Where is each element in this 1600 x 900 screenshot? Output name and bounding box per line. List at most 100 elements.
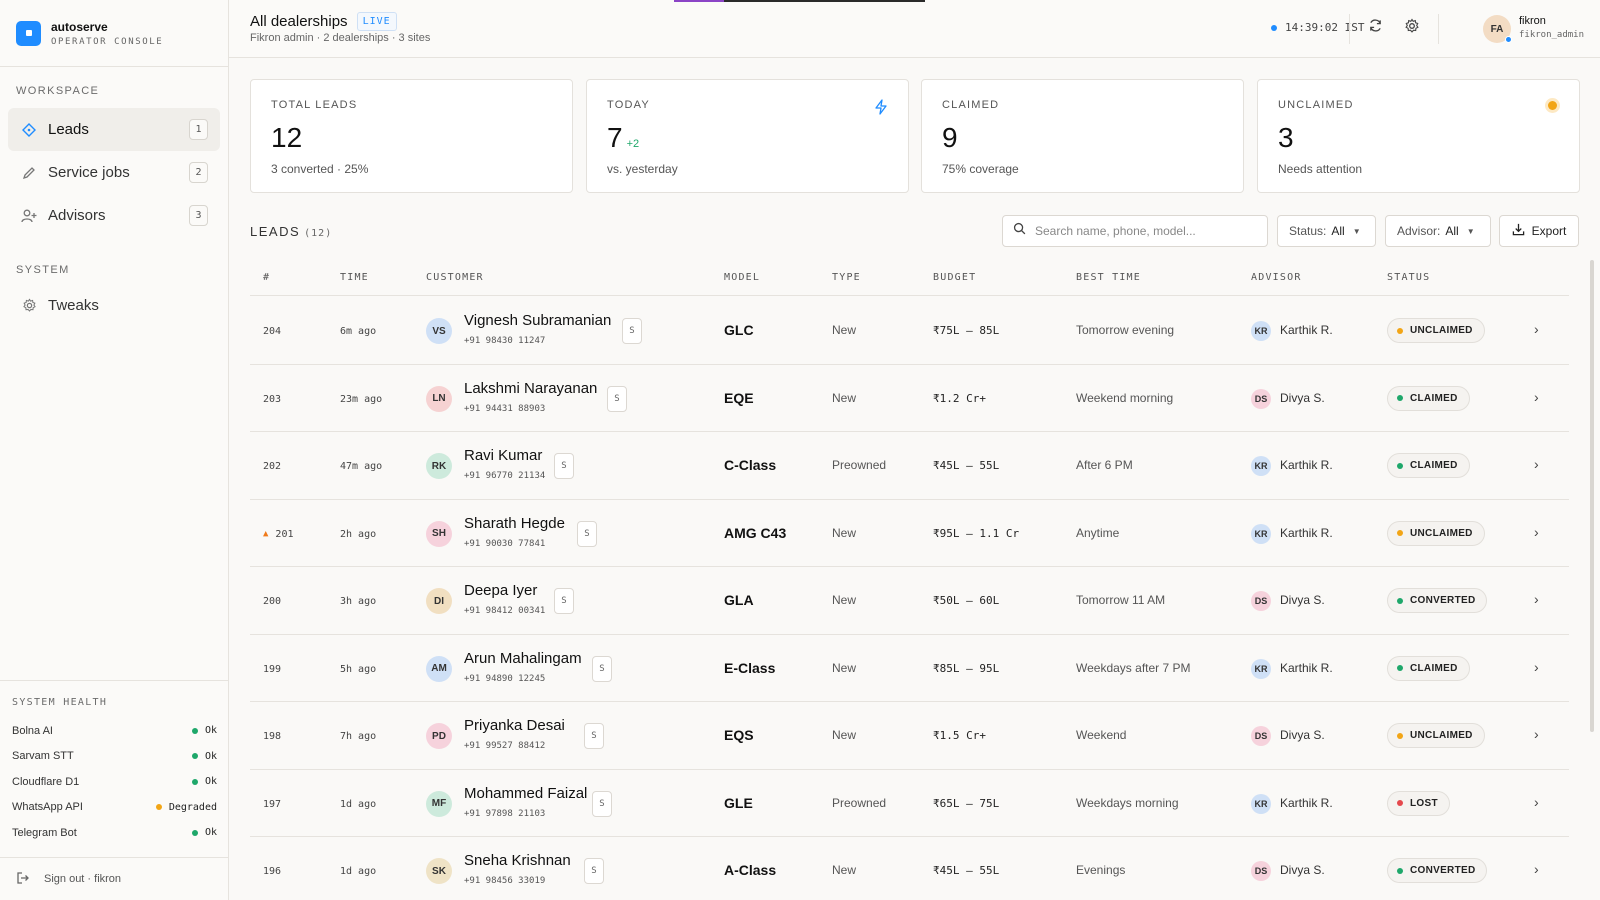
chevron-right-icon[interactable]: ›: [1534, 861, 1539, 877]
customer-name[interactable]: Lakshmi Narayanan: [464, 380, 597, 397]
sidebar-item-service-jobs[interactable]: Service jobs 2: [8, 151, 220, 194]
service-status: Ok: [204, 750, 217, 762]
column-header[interactable]: ADVISOR: [1251, 272, 1302, 283]
chevron-right-icon[interactable]: ›: [1534, 456, 1539, 472]
source-badge[interactable]: S: [592, 790, 612, 817]
status-dot: [155, 804, 162, 811]
source-badge[interactable]: S: [584, 858, 604, 884]
sidebar-item-tweaks[interactable]: Tweaks: [8, 284, 220, 327]
customer-phone: +91 94431 88903: [464, 403, 546, 414]
chevron-right-icon[interactable]: ›: [1534, 794, 1539, 810]
customer-name[interactable]: Priyanka Desai: [464, 717, 565, 734]
avatar-initials: VS: [432, 325, 446, 337]
stat-subtext: 75% coverage: [942, 162, 1019, 176]
best-time: Weekdays after 7 PM: [1076, 660, 1191, 675]
customer-name[interactable]: Sharath Hegde: [464, 515, 565, 532]
avatar-initials: DS: [1254, 866, 1268, 876]
page-title-text: All dealerships: [250, 13, 348, 30]
table-row[interactable]: 204 6m ago VS Vignesh Subramanian +91 98430 …: [250, 297, 1569, 365]
stat-card-claimed[interactable]: CLAIMED 9 75% coverage: [921, 79, 1244, 193]
table-row[interactable]: 200 3h ago DI Deepa Iyer +91 98412 00341 S GLA…: [250, 567, 1569, 635]
download-icon: [1512, 223, 1525, 239]
search-input[interactable]: [1035, 224, 1255, 238]
source-badge[interactable]: S: [554, 453, 574, 479]
customer-name[interactable]: Arun Mahalingam: [464, 650, 582, 667]
column-header[interactable]: TIME: [340, 272, 369, 283]
table-row[interactable]: 199 5h ago AM Arun Mahalingam +91 94890 1224…: [250, 635, 1569, 702]
column-header[interactable]: #: [263, 272, 270, 283]
column-header[interactable]: CUSTOMER: [426, 272, 484, 283]
status-text: CONVERTED: [1410, 865, 1476, 876]
refresh-button[interactable]: [1366, 19, 1384, 37]
chevron-right-icon[interactable]: ›: [1534, 524, 1539, 540]
sidebar-item-leads[interactable]: Leads 1: [8, 108, 220, 151]
source-badge[interactable]: S: [592, 655, 612, 682]
best-time: Tomorrow evening: [1076, 323, 1175, 337]
chevron-right-icon[interactable]: ›: [1534, 726, 1539, 742]
table-row[interactable]: 203 23m ago LN Lakshmi Narayanan +91 94431 8…: [250, 365, 1569, 432]
scrollbar[interactable]: [1590, 260, 1594, 732]
advisor-name: Divya S.: [1280, 593, 1325, 607]
brand[interactable]: autoserve OPERATOR CONSOLE: [0, 0, 228, 67]
stat-card-unclaimed[interactable]: UNCLAIMED 3 Needs attention: [1257, 79, 1580, 193]
service-name: Bolna AI: [12, 724, 53, 737]
column-header[interactable]: BEST TIME: [1076, 272, 1141, 283]
column-header[interactable]: BUDGET: [933, 272, 976, 283]
service-status: Degraded: [168, 801, 217, 813]
stat-card-total-leads[interactable]: TOTAL LEADS 12 3 converted · 25%: [250, 79, 573, 193]
health-row: Sarvam STT Ok: [12, 744, 217, 770]
status-dot: [1397, 867, 1403, 874]
table-row[interactable]: 202 47m ago RK Ravi Kumar +91 96770 21134 S C-…: [250, 432, 1569, 500]
lead-type: New: [832, 593, 857, 607]
stat-card-today[interactable]: TODAY 7 +2 vs. yesterday: [586, 79, 909, 193]
page-title[interactable]: All dealerships LIVE: [250, 12, 397, 31]
advisor-avatar: DS: [1251, 388, 1271, 409]
status-filter-dropdown[interactable]: Status: All ▼: [1277, 215, 1376, 247]
best-time: Weekdays morning: [1076, 795, 1179, 810]
customer-name[interactable]: Sneha Krishnan: [464, 852, 571, 869]
status-dot: [191, 753, 198, 760]
customer-name[interactable]: Mohammed Faizal: [464, 785, 587, 802]
source-badge[interactable]: S: [584, 723, 604, 749]
chevron-right-icon[interactable]: ›: [1534, 659, 1539, 675]
sidebar-item-advisors[interactable]: Advisors 3: [8, 194, 220, 237]
column-header[interactable]: MODEL: [724, 272, 760, 283]
settings-button[interactable]: [1403, 18, 1421, 37]
status-dot: [1397, 665, 1403, 671]
export-button[interactable]: Export: [1499, 215, 1579, 247]
customer-name[interactable]: Deepa Iyer: [464, 582, 537, 599]
chevron-right-icon[interactable]: ›: [1534, 389, 1539, 405]
source-badge[interactable]: S: [607, 385, 627, 412]
table-row[interactable]: 198 7h ago PD Priyanka Desai +91 99527 88412…: [250, 702, 1569, 770]
table-row[interactable]: 197 1d ago MF Mohammed Faizal +91 97898 2110…: [250, 770, 1569, 837]
status-text: CONVERTED: [1410, 595, 1476, 606]
customer-name[interactable]: Vignesh Subramanian: [464, 312, 611, 329]
vehicle-model: C-Class: [724, 457, 777, 473]
user-avatar[interactable]: FA: [1483, 15, 1512, 43]
stat-label: UNCLAIMED: [1278, 99, 1354, 111]
sign-out-icon: [16, 871, 30, 888]
user-name[interactable]: fikron: [1519, 15, 1546, 27]
source-badge[interactable]: S: [577, 520, 597, 547]
advisor-avatar: DS: [1251, 726, 1271, 746]
status-text: UNCLAIMED: [1410, 730, 1473, 741]
health-row: Cloudflare D1 Ok: [12, 769, 217, 795]
table-row[interactable]: ▲ 201 2h ago SH Sharath Hegde +91 90030 77841…: [250, 500, 1569, 567]
chevron-right-icon[interactable]: ›: [1534, 591, 1539, 607]
advisor-name: Divya S.: [1280, 728, 1325, 742]
source-badge[interactable]: S: [622, 318, 642, 344]
column-header[interactable]: TYPE: [832, 272, 861, 283]
table-row[interactable]: 196 1d ago SK Sneha Krishnan +91 98456 33019…: [250, 837, 1569, 900]
advisor-filter-dropdown[interactable]: Advisor: All ▼: [1385, 215, 1491, 247]
source-badge[interactable]: S: [554, 588, 574, 614]
chevron-right-icon[interactable]: ›: [1534, 321, 1539, 337]
column-header[interactable]: STATUS: [1387, 272, 1430, 283]
search-input-wrapper[interactable]: [1002, 215, 1268, 247]
sign-out-button[interactable]: Sign out · fikron: [0, 857, 229, 900]
customer-name[interactable]: Ravi Kumar: [464, 447, 542, 464]
lead-time: 23m ago: [340, 393, 383, 405]
avatar-initials: RK: [431, 460, 447, 472]
advisor-avatar: KR: [1251, 321, 1271, 341]
status-dot: [1397, 597, 1403, 604]
lead-id: 204: [263, 326, 281, 337]
